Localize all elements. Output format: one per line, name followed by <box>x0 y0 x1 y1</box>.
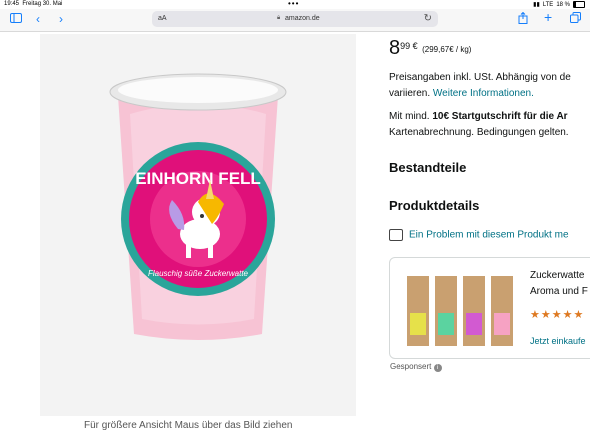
status-indicators: ▮▮ LTE 18 % <box>533 1 585 8</box>
tabs-overview-icon[interactable] <box>570 12 581 26</box>
report-problem-link[interactable]: Ein Problem mit diesem Produkt me <box>389 229 569 241</box>
url-text[interactable]: amazon.de <box>285 15 320 22</box>
signal-icon: ▮▮ <box>533 2 540 8</box>
reader-settings-button[interactable]: aA <box>158 15 167 22</box>
browser-toolbar: ‹ › aA 🔒︎ amazon.de ↻ + <box>0 9 590 32</box>
reload-icon[interactable]: ↻ <box>424 13 432 24</box>
ad-shop-now-link[interactable]: Jetzt einkaufe <box>530 336 586 346</box>
price-whole: 8 <box>389 37 401 59</box>
price-fraction: 99 € <box>400 41 418 51</box>
credit-offer-bold: 10€ Startgutschrift für die Ar <box>432 111 568 122</box>
ad-rating-stars: ★★★★★ <box>530 309 585 321</box>
credit-offer-line-2: Kartenabrechnung. Bedingungen gelten. <box>389 127 569 138</box>
ad-product-image[interactable] <box>405 268 515 348</box>
battery-percent: 18 % <box>556 1 570 8</box>
product-details-heading[interactable]: Produktdetails <box>389 198 479 213</box>
battery-icon <box>573 1 585 8</box>
price-note-line-1: Preisangaben inkl. USt. Abhängig von de <box>389 72 571 83</box>
forward-icon[interactable]: › <box>59 12 63 26</box>
share-icon[interactable] <box>518 11 528 27</box>
address-bar[interactable]: aA 🔒︎ amazon.de ↻ <box>152 11 438 27</box>
price-per-unit: (299,67€ / kg) <box>422 45 472 54</box>
info-icon[interactable]: i <box>433 364 442 372</box>
product-price: 899 € (299,67€ / kg) <box>389 37 471 60</box>
back-icon[interactable]: ‹ <box>36 12 40 26</box>
label-brand-text: EINHORN FELL <box>135 169 261 188</box>
product-image[interactable]: EINHORN FELL Flauschig süße Zuckerwatte <box>40 34 356 416</box>
status-bar: 19:45 Freitag 30. Mai ••• ▮▮ LTE 18 % <box>0 0 590 9</box>
ad-title-line-2[interactable]: Aroma und F <box>530 286 588 297</box>
new-tab-icon[interactable]: + <box>544 10 552 24</box>
sponsored-label: Gesponsert i <box>390 362 442 372</box>
price-note-line-2: variieren. Weitere Informationen. <box>389 88 534 99</box>
status-time-date: 19:45 Freitag 30. Mai <box>4 1 63 7</box>
ad-title-line-1[interactable]: Zuckerwatte <box>530 270 584 281</box>
lock-icon: 🔒︎ <box>277 15 281 21</box>
more-info-link[interactable]: Weitere Informationen. <box>433 88 534 99</box>
image-caption: Für größere Ansicht Maus über das Bild z… <box>84 420 293 431</box>
label-subtitle-text: Flauschig süße Zuckerwatte <box>148 269 249 278</box>
multitasking-dots-icon[interactable]: ••• <box>288 0 299 8</box>
credit-offer-line-1: Mit mind. 10€ Startgutschrift für die Ar <box>389 111 568 122</box>
sponsored-ad-card[interactable]: Zuckerwatte Aroma und F ★★★★★ Jetzt eink… <box>389 257 590 359</box>
sidebar-icon[interactable] <box>10 12 22 26</box>
feedback-icon <box>389 229 403 241</box>
network-label: LTE <box>542 1 554 8</box>
ingredients-heading[interactable]: Bestandteile <box>389 160 466 175</box>
